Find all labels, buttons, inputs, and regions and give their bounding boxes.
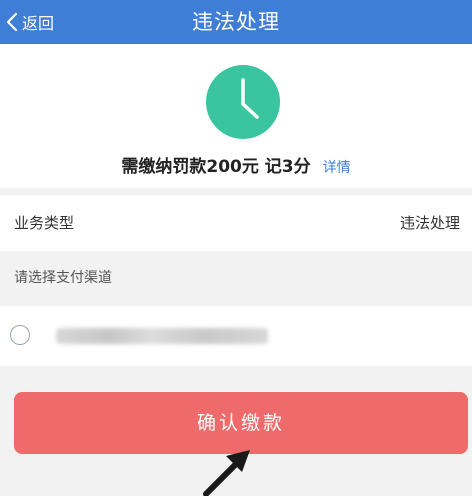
payment-channel-prompt: 请选择支付渠道	[14, 270, 112, 286]
confirm-payment-button[interactable]: 确认缴款	[14, 392, 468, 454]
business-type-label: 业务类型	[14, 214, 75, 232]
arrow-pointer-icon	[203, 450, 250, 496]
detail-link[interactable]: 详情	[323, 160, 351, 176]
channel-name-blurred	[56, 328, 268, 344]
fine-amount-text: 需缴纳罚款200元 记3分	[121, 157, 311, 177]
clock-icon	[206, 65, 280, 139]
fine-row: 需缴纳罚款200元 记3分 详情	[0, 152, 472, 177]
top-bar: 返回 违法处理	[0, 0, 472, 44]
business-type-row: 业务类型 违法处理	[0, 195, 472, 251]
page-title: 违法处理	[192, 10, 280, 34]
business-type-value: 违法处理	[399, 214, 460, 232]
fine-summary: 需缴纳罚款200元 记3分 详情	[0, 44, 472, 188]
channel-radio[interactable]	[10, 325, 30, 345]
payment-channel-option[interactable]	[0, 306, 472, 366]
